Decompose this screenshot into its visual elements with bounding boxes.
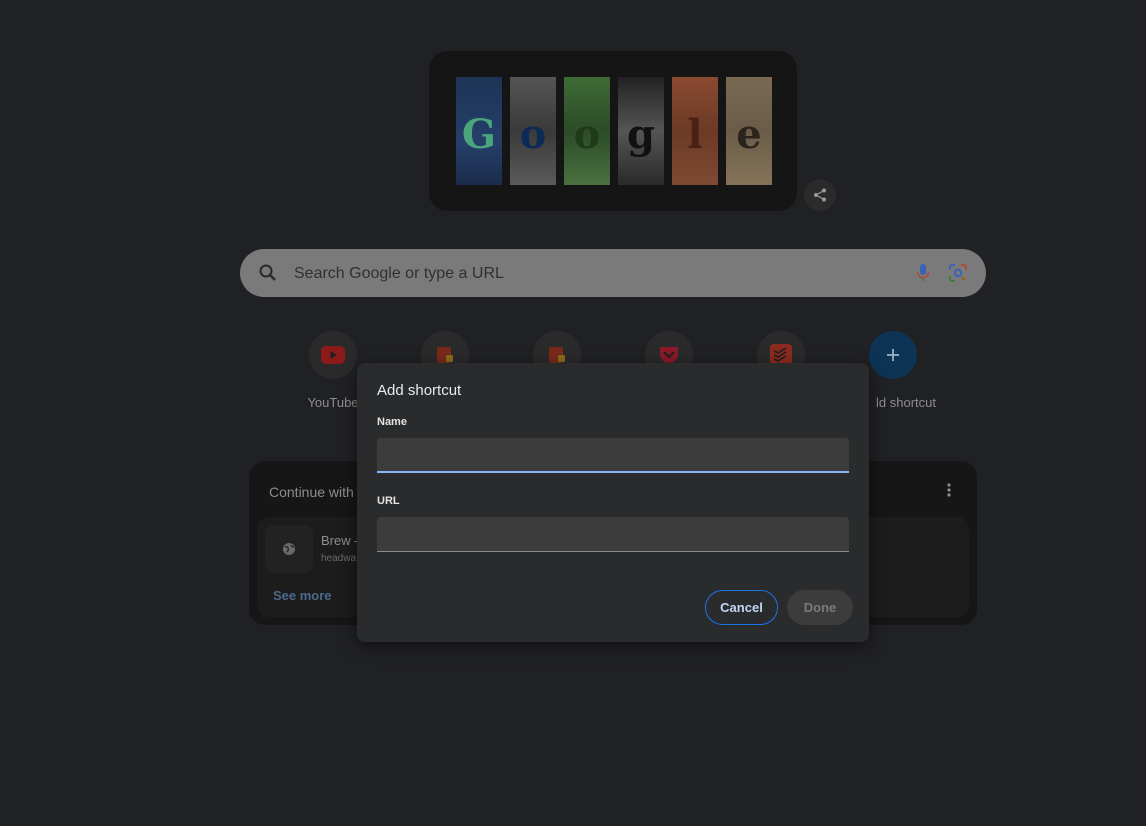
share-doodle-button[interactable] xyxy=(804,179,836,211)
bookmark-icon xyxy=(549,347,565,363)
url-field[interactable] xyxy=(377,517,849,552)
cancel-button[interactable]: Cancel xyxy=(705,590,778,625)
card-item-url: headwa xyxy=(321,553,357,564)
search-input[interactable] xyxy=(292,249,896,299)
search-box[interactable] xyxy=(240,249,986,299)
dialog-title: Add shortcut xyxy=(377,382,462,399)
new-tab-page: G o o g l e Search Google or type a URL … xyxy=(0,0,1146,826)
youtube-icon xyxy=(321,346,345,364)
more-options-icon[interactable] xyxy=(947,483,951,497)
card-title: Continue with t xyxy=(269,484,362,500)
google-doodle[interactable]: G o o g l e xyxy=(429,51,797,211)
search-icon xyxy=(259,264,276,281)
see-more-link[interactable]: See more xyxy=(273,588,332,603)
doodle-tile-g: G xyxy=(456,77,502,185)
doodle-tile-l: l xyxy=(672,77,718,185)
globe-icon xyxy=(283,543,295,555)
name-field[interactable] xyxy=(377,438,849,473)
shortcut-tile xyxy=(309,331,357,379)
card-item-title[interactable]: Brew – xyxy=(321,533,361,548)
pocket-icon xyxy=(660,347,678,363)
site-favicon xyxy=(265,525,313,573)
add-icon xyxy=(887,349,899,361)
bookmark-icon xyxy=(437,347,453,363)
url-label: URL xyxy=(377,495,400,507)
doodle-tile-e: e xyxy=(726,77,772,185)
doodle-tile-g2: g xyxy=(618,77,664,185)
doodle-tile-o1: o xyxy=(510,77,556,185)
google-lens-icon[interactable] xyxy=(948,263,968,283)
add-shortcut-dialog: Add shortcut Name URL Cancel Done xyxy=(357,363,869,642)
name-label: Name xyxy=(377,416,407,428)
doodle-tile-o2: o xyxy=(564,77,610,185)
shortcut-tile xyxy=(869,331,917,379)
voice-search-icon[interactable] xyxy=(916,263,930,283)
share-icon xyxy=(814,188,826,202)
done-button[interactable]: Done xyxy=(787,590,853,625)
